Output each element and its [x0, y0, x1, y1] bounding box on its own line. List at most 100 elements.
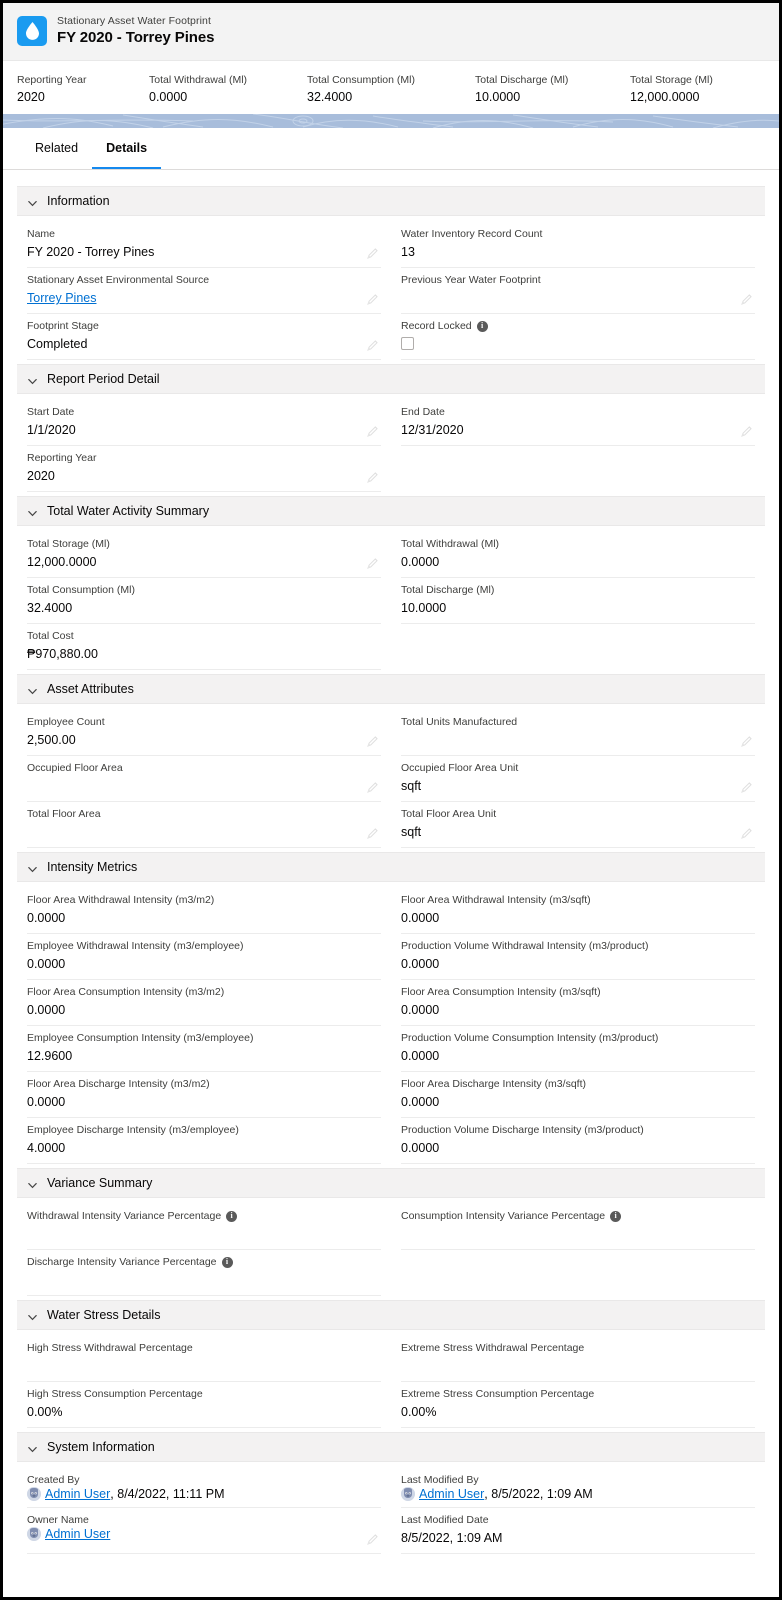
- edit-pencil-icon[interactable]: [740, 293, 753, 306]
- edit-pencil-icon[interactable]: [366, 471, 379, 484]
- field-value: [401, 731, 755, 750]
- field-employee-consumption-intensity-m3-employee: Employee Consumption Intensity (m3/emplo…: [27, 1026, 381, 1072]
- field-high-stress-consumption-percentage: High Stress Consumption Percentage 0.00%: [27, 1382, 381, 1428]
- field-value: sqft: [401, 825, 422, 839]
- info-icon[interactable]: i: [610, 1210, 622, 1222]
- field-discharge-intensity-variance-percentage: Discharge Intensity Variance Percentage i: [27, 1250, 381, 1296]
- field-total-floor-area: Total Floor Area: [27, 802, 381, 848]
- section-title: System Information: [47, 1440, 155, 1454]
- field-label: Production Volume Consumption Intensity …: [401, 1031, 755, 1045]
- field-label-text: Previous Year Water Footprint: [401, 274, 541, 286]
- field-label-text: Floor Area Discharge Intensity (m3/m2): [27, 1078, 210, 1090]
- edit-pencil-icon[interactable]: [366, 735, 379, 748]
- field-label-text: Employee Discharge Intensity (m3/employe…: [27, 1124, 239, 1136]
- highlight-label: Total Consumption (Ml): [307, 74, 415, 86]
- user-link[interactable]: Admin User: [45, 1487, 110, 1501]
- edit-pencil-icon[interactable]: [366, 293, 379, 306]
- edit-pencil-icon[interactable]: [366, 339, 379, 352]
- field-label: High Stress Withdrawal Percentage: [27, 1341, 381, 1355]
- field-extreme-stress-consumption-percentage: Extreme Stress Consumption Percentage 0.0…: [401, 1382, 755, 1428]
- field-withdrawal-intensity-variance-percentage: Withdrawal Intensity Variance Percentage…: [27, 1204, 381, 1250]
- field-label: Name: [27, 227, 381, 241]
- section-header[interactable]: Intensity Metrics: [17, 852, 765, 882]
- section-header[interactable]: Water Stress Details: [17, 1300, 765, 1330]
- field-value: 0.0000: [401, 555, 440, 569]
- section-header[interactable]: Variance Summary: [17, 1168, 765, 1198]
- field-occupied-floor-area: Occupied Floor Area: [27, 756, 381, 802]
- chevron-down-icon: [27, 1310, 38, 1321]
- highlight-value: 32.4000: [307, 90, 353, 104]
- field-label-text: Employee Count: [27, 716, 105, 728]
- field-label-text: Name: [27, 228, 56, 240]
- field-label: Discharge Intensity Variance Percentage i: [27, 1255, 381, 1269]
- field-label: Employee Withdrawal Intensity (m3/employ…: [27, 939, 381, 953]
- section-fields: Created By Admin User, 8/4/2022, 11:11 PM…: [17, 1462, 765, 1558]
- edit-pencil-icon[interactable]: [366, 247, 379, 260]
- field-value: 32.4000: [27, 601, 73, 615]
- field-label-text: Total Floor Area: [27, 808, 101, 820]
- section-fields: Withdrawal Intensity Variance Percentage…: [17, 1198, 765, 1300]
- edit-pencil-icon[interactable]: [366, 557, 379, 570]
- field-label: Total Storage (Ml): [27, 537, 381, 551]
- section-header[interactable]: Asset Attributes: [17, 674, 765, 704]
- field-label-text: Production Volume Withdrawal Intensity (…: [401, 940, 649, 952]
- field-start-date: Start Date 1/1/2020: [27, 400, 381, 446]
- field-floor-area-withdrawal-intensity-m3-m2: Floor Area Withdrawal Intensity (m3/m2) 0…: [27, 888, 381, 934]
- highlight-field-2: Total Consumption (Ml) 32.4000: [307, 73, 475, 104]
- field-value: Admin User, 8/4/2022, 11:11 PM: [27, 1487, 381, 1501]
- field-value: 1/1/2020: [27, 423, 76, 437]
- highlight-field-0: Reporting Year 2020: [17, 73, 149, 104]
- field-value: [401, 1225, 755, 1244]
- highlight-value: 10.0000: [475, 90, 521, 104]
- record-locked-checkbox[interactable]: [401, 337, 414, 350]
- section-header[interactable]: Information: [17, 186, 765, 216]
- field-value-link[interactable]: Torrey Pines: [27, 291, 96, 305]
- highlight-value: 2020: [17, 90, 45, 104]
- field-value: 0.0000: [401, 1049, 440, 1063]
- edit-pencil-icon[interactable]: [366, 1533, 379, 1546]
- field-label-text: Record Locked: [401, 320, 472, 332]
- tab-related[interactable]: Related: [21, 128, 92, 169]
- edit-pencil-icon[interactable]: [366, 425, 379, 438]
- field-label-text: Total Withdrawal (Ml): [401, 538, 500, 550]
- field-value: Completed: [27, 337, 88, 351]
- field-label: Extreme Stress Withdrawal Percentage: [401, 1341, 755, 1355]
- info-icon[interactable]: i: [221, 1256, 233, 1268]
- field-value: 0.0000: [27, 1095, 66, 1109]
- field-value: 0.0000: [401, 1003, 440, 1017]
- edit-pencil-icon[interactable]: [740, 827, 753, 840]
- edit-pencil-icon[interactable]: [366, 827, 379, 840]
- chevron-down-icon: [27, 862, 38, 873]
- edit-pencil-icon[interactable]: [740, 425, 753, 438]
- section-intensity-metrics: Intensity Metrics Floor Area Withdrawal I…: [17, 852, 765, 1168]
- field-value: 2020: [27, 469, 55, 483]
- info-icon[interactable]: i: [476, 320, 488, 332]
- field-stationary-asset-environmental-source: Stationary Asset Environmental Source Tor…: [27, 268, 381, 314]
- user-link[interactable]: Admin User: [45, 1527, 110, 1541]
- section-title: Variance Summary: [47, 1176, 153, 1190]
- info-icon[interactable]: i: [226, 1210, 238, 1222]
- highlight-field-3: Total Discharge (Ml) 10.0000: [475, 73, 630, 104]
- edit-pencil-icon[interactable]: [740, 735, 753, 748]
- field-label: Total Consumption (Ml): [27, 583, 381, 597]
- field-label-text: Consumption Intensity Variance Percentag…: [401, 1210, 606, 1222]
- section-header[interactable]: System Information: [17, 1432, 765, 1462]
- avatar: [401, 1487, 415, 1501]
- field-owner-name: Owner Name Admin User: [27, 1508, 381, 1554]
- field-label-text: Created By: [27, 1474, 80, 1486]
- section-header[interactable]: Report Period Detail: [17, 364, 765, 394]
- field-label: Consumption Intensity Variance Percentag…: [401, 1209, 755, 1223]
- field-label: Occupied Floor Area Unit: [401, 761, 755, 775]
- section-information: Information Name FY 2020 - Torrey Pines Wat…: [17, 186, 765, 364]
- tab-details[interactable]: Details: [92, 128, 162, 169]
- edit-pencil-icon[interactable]: [366, 781, 379, 794]
- field-placeholder: [401, 624, 755, 670]
- field-floor-area-consumption-intensity-m3-sqft: Floor Area Consumption Intensity (m3/sqf…: [401, 980, 755, 1026]
- section-header[interactable]: Total Water Activity Summary: [17, 496, 765, 526]
- field-total-units-manufactured: Total Units Manufactured: [401, 710, 755, 756]
- field-total-withdrawal-ml: Total Withdrawal (Ml) 0.0000: [401, 532, 755, 578]
- highlight-label: Total Storage (Ml): [630, 74, 713, 86]
- field-label-text: Employee Withdrawal Intensity (m3/employ…: [27, 940, 244, 952]
- edit-pencil-icon[interactable]: [740, 781, 753, 794]
- user-link[interactable]: Admin User: [419, 1487, 484, 1501]
